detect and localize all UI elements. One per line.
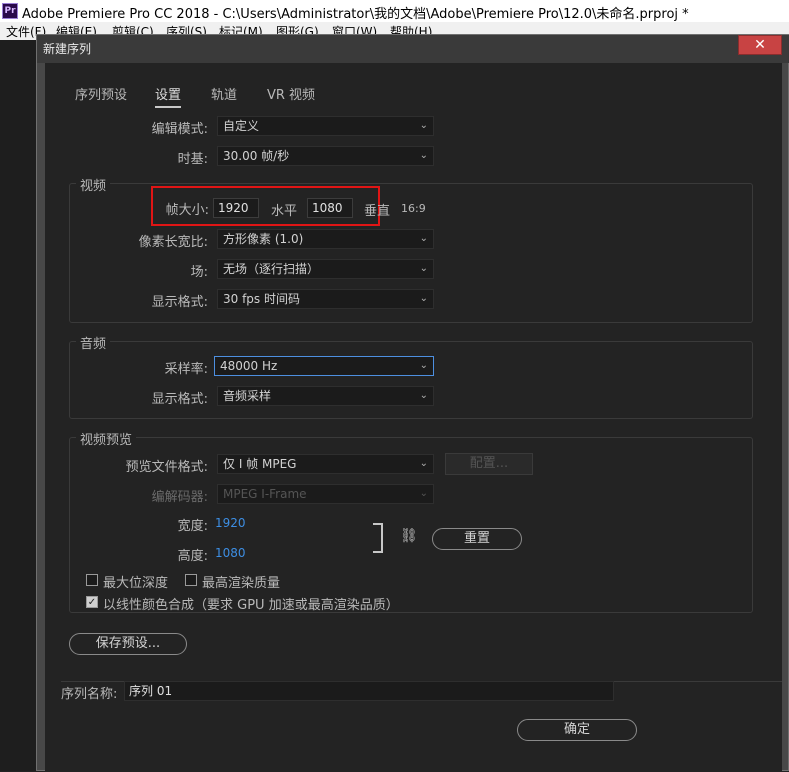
linear-color-checkbox[interactable]: ✓	[86, 596, 98, 608]
fields-dropdown[interactable]: 无场（逐行扫描） ⌄	[217, 259, 434, 279]
checkmark-icon: ✓	[87, 597, 97, 608]
codec-label: 编解码器:	[151, 490, 208, 505]
close-button[interactable]: ✕	[738, 35, 782, 55]
tab-tracks[interactable]: 轨道	[211, 84, 237, 103]
codec-dropdown[interactable]: MPEG I-Frame ⌄	[217, 484, 434, 504]
tab-settings[interactable]: 设置	[155, 84, 182, 108]
video-display-format-value: 30 fps 时间码	[223, 292, 300, 306]
sequence-name-input[interactable]: 序列 01	[124, 681, 614, 701]
edit-mode-label: 编辑模式:	[151, 122, 208, 137]
video-display-format-label: 显示格式:	[151, 295, 208, 310]
new-sequence-dialog: 新建序列 ✕ 序列预设 设置 轨道 VR 视频 编辑模式: 自定义 ⌄ 时基: 3…	[36, 34, 789, 772]
close-icon: ✕	[754, 37, 766, 53]
preview-height-label: 高度:	[177, 549, 208, 564]
linear-color-label: 以线性颜色合成（要求 GPU 加速或最高渲染品质）	[103, 598, 399, 613]
reset-button[interactable]: 重置	[432, 528, 522, 550]
preview-height-value[interactable]: 1080	[215, 546, 246, 560]
preview-width-label: 宽度:	[177, 519, 208, 534]
video-section-title: 视频	[76, 175, 111, 194]
edit-mode-dropdown[interactable]: 自定义 ⌄	[217, 116, 434, 136]
sample-rate-dropdown[interactable]: 48000 Hz ⌄	[214, 356, 434, 376]
pixel-aspect-dropdown[interactable]: 方形像素 (1.0) ⌄	[217, 229, 434, 249]
configure-button[interactable]: 配置...	[445, 453, 533, 475]
chevron-down-icon: ⌄	[419, 360, 428, 371]
premiere-app-icon: Pr	[2, 3, 18, 19]
chevron-down-icon: ⌄	[419, 458, 428, 469]
dialog-title-bar: 新建序列 ✕	[37, 35, 789, 63]
audio-display-format-label: 显示格式:	[151, 392, 208, 407]
timebase-value: 30.00 帧/秒	[223, 149, 290, 163]
sample-rate-label: 采样率:	[164, 362, 208, 377]
pixel-aspect-value: 方形像素 (1.0)	[223, 232, 304, 246]
chevron-down-icon: ⌄	[419, 150, 428, 161]
preview-format-label: 预览文件格式:	[125, 460, 208, 475]
video-preview-section-title: 视频预览	[76, 429, 137, 448]
audio-section-title: 音频	[76, 333, 111, 352]
app-window-title: Adobe Premiere Pro CC 2018 - C:\Users\Ad…	[22, 7, 689, 22]
sample-rate-value: 48000 Hz	[220, 359, 278, 373]
chevron-down-icon: ⌄	[419, 390, 428, 401]
frame-size-label: 帧大小:	[165, 203, 209, 218]
audio-display-format-value: 音频采样	[223, 389, 272, 403]
pixel-aspect-label: 像素长宽比:	[138, 235, 208, 250]
link-bracket	[373, 523, 383, 553]
max-bit-depth-checkbox[interactable]	[86, 574, 98, 586]
edit-mode-value: 自定义	[223, 119, 260, 133]
codec-value: MPEG I-Frame	[223, 487, 307, 501]
dialog-body: 序列预设 设置 轨道 VR 视频 编辑模式: 自定义 ⌄ 时基: 30.00 帧/…	[45, 63, 782, 772]
chevron-down-icon: ⌄	[419, 293, 428, 304]
preview-width-value[interactable]: 1920	[215, 516, 246, 530]
video-display-format-dropdown[interactable]: 30 fps 时间码 ⌄	[217, 289, 434, 309]
max-render-quality-label: 最高渲染质量	[202, 576, 281, 591]
ok-button[interactable]: 确定	[517, 719, 637, 741]
frame-width-input[interactable]: 1920	[213, 198, 259, 218]
timebase-label: 时基:	[177, 152, 208, 167]
fields-value: 无场（逐行扫描）	[223, 262, 320, 276]
max-render-quality-checkbox[interactable]	[185, 574, 197, 586]
save-preset-button[interactable]: 保存预设...	[69, 633, 187, 655]
tab-sequence-presets[interactable]: 序列预设	[75, 84, 127, 103]
chevron-down-icon: ⌄	[419, 233, 428, 244]
chevron-down-icon: ⌄	[419, 120, 428, 131]
sequence-name-label: 序列名称:	[61, 687, 118, 702]
vertical-label: 垂直	[364, 204, 391, 219]
preview-format-dropdown[interactable]: 仅 I 帧 MPEG ⌄	[217, 454, 434, 474]
audio-display-format-dropdown[interactable]: 音频采样 ⌄	[217, 386, 434, 406]
tab-vr-video[interactable]: VR 视频	[267, 84, 315, 103]
preview-format-value: 仅 I 帧 MPEG	[223, 457, 297, 471]
link-icon[interactable]: ⛓	[400, 528, 418, 544]
audio-group	[69, 341, 753, 419]
max-bit-depth-label: 最大位深度	[103, 576, 169, 591]
fields-label: 场:	[190, 265, 208, 280]
horizontal-label: 水平	[271, 204, 298, 219]
timebase-dropdown[interactable]: 30.00 帧/秒 ⌄	[217, 146, 434, 166]
chevron-down-icon: ⌄	[419, 263, 428, 274]
app-title-bar: Pr Adobe Premiere Pro CC 2018 - C:\Users…	[0, 0, 789, 22]
dialog-title: 新建序列	[43, 42, 92, 56]
frame-height-input[interactable]: 1080	[307, 198, 353, 218]
chevron-down-icon: ⌄	[419, 488, 428, 499]
aspect-ratio: 16:9	[401, 202, 426, 215]
